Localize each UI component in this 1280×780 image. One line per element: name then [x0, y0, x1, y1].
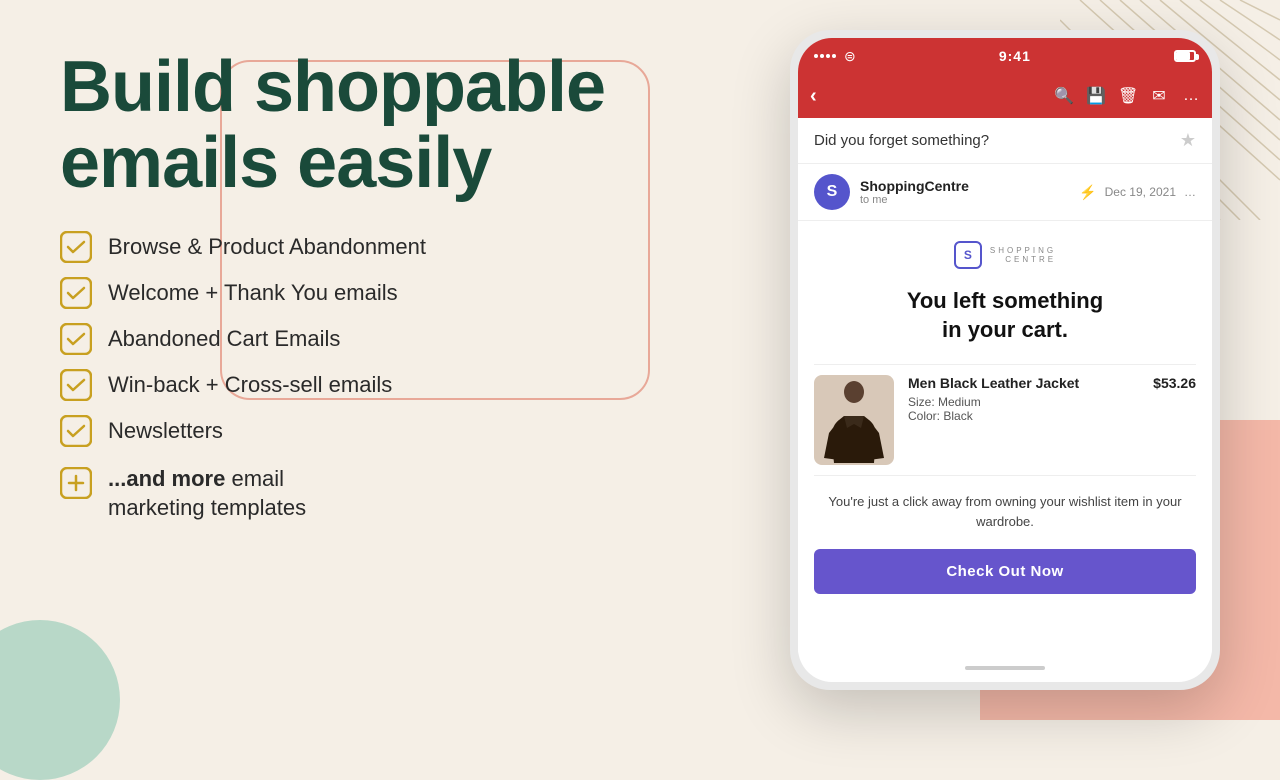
- product-name: Men Black Leather Jacket: [908, 375, 1139, 391]
- email-toolbar: ‹ 🔍 💾 🗑 ✉ …: [798, 74, 1212, 118]
- feature-item-3: Abandoned Cart Emails: [60, 323, 680, 355]
- lightning-icon: ⚡: [1079, 184, 1096, 201]
- phone-home-bar: [798, 654, 1212, 682]
- check-icon-4: [60, 369, 92, 401]
- checkout-button[interactable]: Check Out Now: [814, 549, 1196, 594]
- deco-bottom-left: [0, 620, 120, 780]
- battery-fill: [1176, 52, 1190, 60]
- status-right: [1174, 50, 1196, 62]
- sender-name: ShoppingCentre: [860, 178, 1069, 194]
- jacket-illustration: [819, 378, 889, 463]
- email-icon[interactable]: ✉: [1150, 86, 1168, 106]
- star-icon[interactable]: ★: [1180, 130, 1196, 151]
- feature-item-5: Newsletters: [60, 415, 680, 447]
- status-time: 9:41: [999, 48, 1031, 64]
- feature-text-5: Newsletters: [108, 418, 223, 444]
- product-price: $53.26: [1153, 375, 1196, 465]
- phone-inner: ⊜ 9:41 ‹ 🔍 💾 🗑 ✉ …: [798, 38, 1212, 682]
- email-body: S SHOPPING CENTRE You left something in …: [798, 221, 1212, 654]
- check-icon-1: [60, 231, 92, 263]
- signal-dot-2: [820, 54, 824, 58]
- sender-info: ShoppingCentre to me: [860, 178, 1069, 206]
- brand-icon: S: [954, 241, 982, 269]
- main-title: Build shoppable emails easily: [60, 50, 680, 201]
- sender-to: to me: [860, 194, 1069, 206]
- plus-icon: [60, 467, 92, 499]
- feature-text-4: Win-back + Cross-sell emails: [108, 372, 392, 398]
- delete-icon[interactable]: 🗑: [1118, 86, 1136, 106]
- cart-headline: You left something in your cart.: [907, 287, 1103, 344]
- sender-row: S ShoppingCentre to me ⚡ Dec 19, 2021 …: [798, 164, 1212, 221]
- feature-last: ...and more emailmarketing templates: [60, 465, 680, 522]
- brand-logo: S SHOPPING CENTRE: [954, 241, 1056, 269]
- check-icon-3: [60, 323, 92, 355]
- more-bold: ...and more: [108, 466, 225, 491]
- signal-dot-1: [814, 54, 818, 58]
- toolbar-icons: 🔍 💾 🗑 ✉ …: [1054, 86, 1200, 106]
- product-details: Men Black Leather Jacket Size: Medium Co…: [908, 375, 1139, 465]
- wifi-icon: ⊜: [844, 48, 856, 65]
- features-list: Browse & Product Abandonment Welcome + T…: [60, 231, 680, 447]
- left-section: Build shoppable emails easily Browse & P…: [60, 50, 680, 522]
- sender-avatar: S: [814, 174, 850, 210]
- product-size: Size: Medium: [908, 395, 1139, 409]
- status-left: ⊜: [814, 48, 856, 65]
- sender-meta: ⚡ Dec 19, 2021 …: [1079, 184, 1196, 201]
- brand-name-block: SHOPPING CENTRE: [990, 246, 1056, 264]
- signal-bars: [814, 54, 836, 58]
- signal-dot-3: [826, 54, 830, 58]
- email-subject: Did you forget something?: [814, 132, 989, 149]
- more-icon[interactable]: …: [1182, 87, 1200, 105]
- product-image: [814, 375, 894, 465]
- feature-item-1: Browse & Product Abandonment: [60, 231, 680, 263]
- phone-mockup: ⊜ 9:41 ‹ 🔍 💾 🗑 ✉ …: [790, 30, 1220, 690]
- email-more: …: [1184, 185, 1196, 199]
- check-icon-5: [60, 415, 92, 447]
- status-bar: ⊜ 9:41: [798, 38, 1212, 74]
- product-row: Men Black Leather Jacket Size: Medium Co…: [814, 364, 1196, 476]
- feature-text-1: Browse & Product Abandonment: [108, 234, 426, 260]
- battery-icon: [1174, 50, 1196, 62]
- email-header: Did you forget something? ★: [798, 118, 1212, 164]
- feature-text-3: Abandoned Cart Emails: [108, 326, 340, 352]
- search-icon[interactable]: 🔍: [1054, 86, 1072, 106]
- back-icon[interactable]: ‹: [810, 85, 817, 108]
- feature-item-2: Welcome + Thank You emails: [60, 277, 680, 309]
- product-color: Color: Black: [908, 409, 1139, 423]
- phone-outer: ⊜ 9:41 ‹ 🔍 💾 🗑 ✉ …: [790, 30, 1220, 690]
- feature-last-text: ...and more emailmarketing templates: [108, 465, 306, 522]
- promo-text: You're just a click away from owning you…: [814, 492, 1196, 531]
- email-date: Dec 19, 2021: [1105, 185, 1176, 199]
- home-bar-indicator: [965, 666, 1045, 670]
- archive-icon[interactable]: 💾: [1086, 86, 1104, 106]
- brand-name: SHOPPING CENTRE: [990, 246, 1056, 264]
- feature-text-2: Welcome + Thank You emails: [108, 280, 398, 306]
- check-icon-2: [60, 277, 92, 309]
- signal-dot-4: [832, 54, 836, 58]
- feature-item-4: Win-back + Cross-sell emails: [60, 369, 680, 401]
